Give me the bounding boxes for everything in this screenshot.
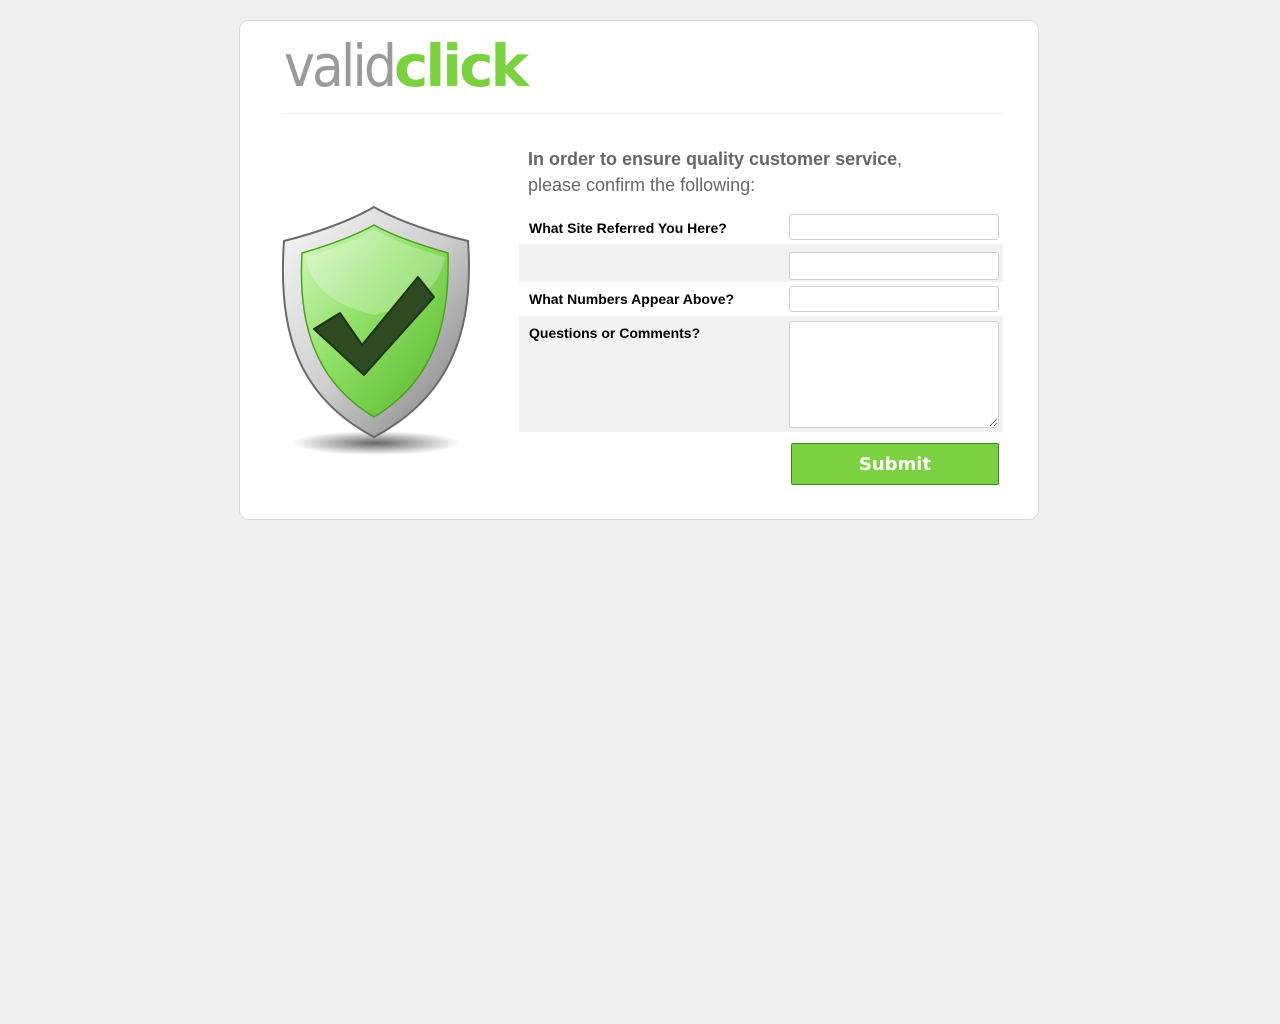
- submit-button[interactable]: Submit: [791, 443, 999, 485]
- comments-textarea[interactable]: [789, 321, 999, 428]
- header-divider: [282, 113, 1002, 114]
- logo-valid-text: valid: [284, 32, 397, 100]
- site-input[interactable]: [789, 214, 999, 240]
- intro-line-2: please confirm the following:: [528, 175, 756, 195]
- site-label: What Site Referred You Here?: [529, 220, 727, 236]
- numbers-input[interactable]: [789, 286, 999, 312]
- confirmation-form: What Site Referred You Here? What Number…: [519, 208, 1003, 432]
- captcha-input[interactable]: [789, 252, 999, 280]
- shield-check-icon: [281, 205, 470, 455]
- validclick-logo: validclick: [284, 31, 529, 101]
- intro-bold-text: In order to ensure quality customer serv…: [528, 149, 898, 169]
- numbers-label: What Numbers Appear Above?: [529, 291, 735, 307]
- comments-label: Questions or Comments?: [529, 325, 701, 341]
- logo-click-text: click: [393, 32, 529, 100]
- intro-line-1: In order to ensure quality customer serv…: [528, 146, 902, 172]
- site-row: What Site Referred You Here?: [519, 208, 1003, 244]
- intro-comma: ,: [897, 149, 903, 169]
- numbers-row: What Numbers Appear Above?: [519, 282, 1003, 316]
- verification-card: validclick In order to ensure quality cu…: [239, 20, 1039, 520]
- comments-row: Questions or Comments?: [519, 316, 1003, 432]
- intro-text: In order to ensure quality customer serv…: [528, 146, 902, 198]
- captcha-row: [519, 244, 1003, 282]
